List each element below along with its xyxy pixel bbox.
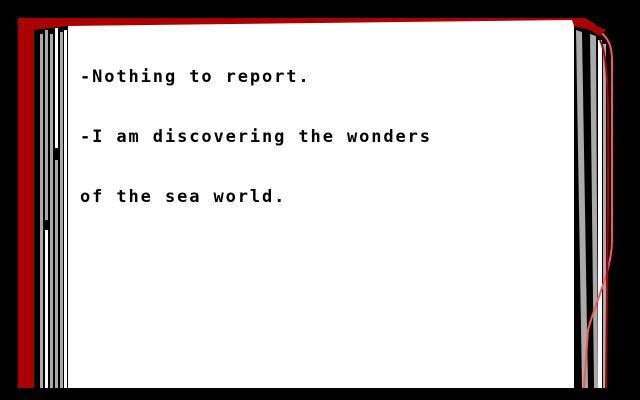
journal-line-3: of the sea world. (80, 187, 287, 207)
journal-line-2: -I am discovering the wonders (80, 127, 432, 147)
journal-entry: -Nothing to report. -I am discovering th… (80, 27, 570, 227)
journal-line-1: -Nothing to report. (80, 67, 311, 87)
